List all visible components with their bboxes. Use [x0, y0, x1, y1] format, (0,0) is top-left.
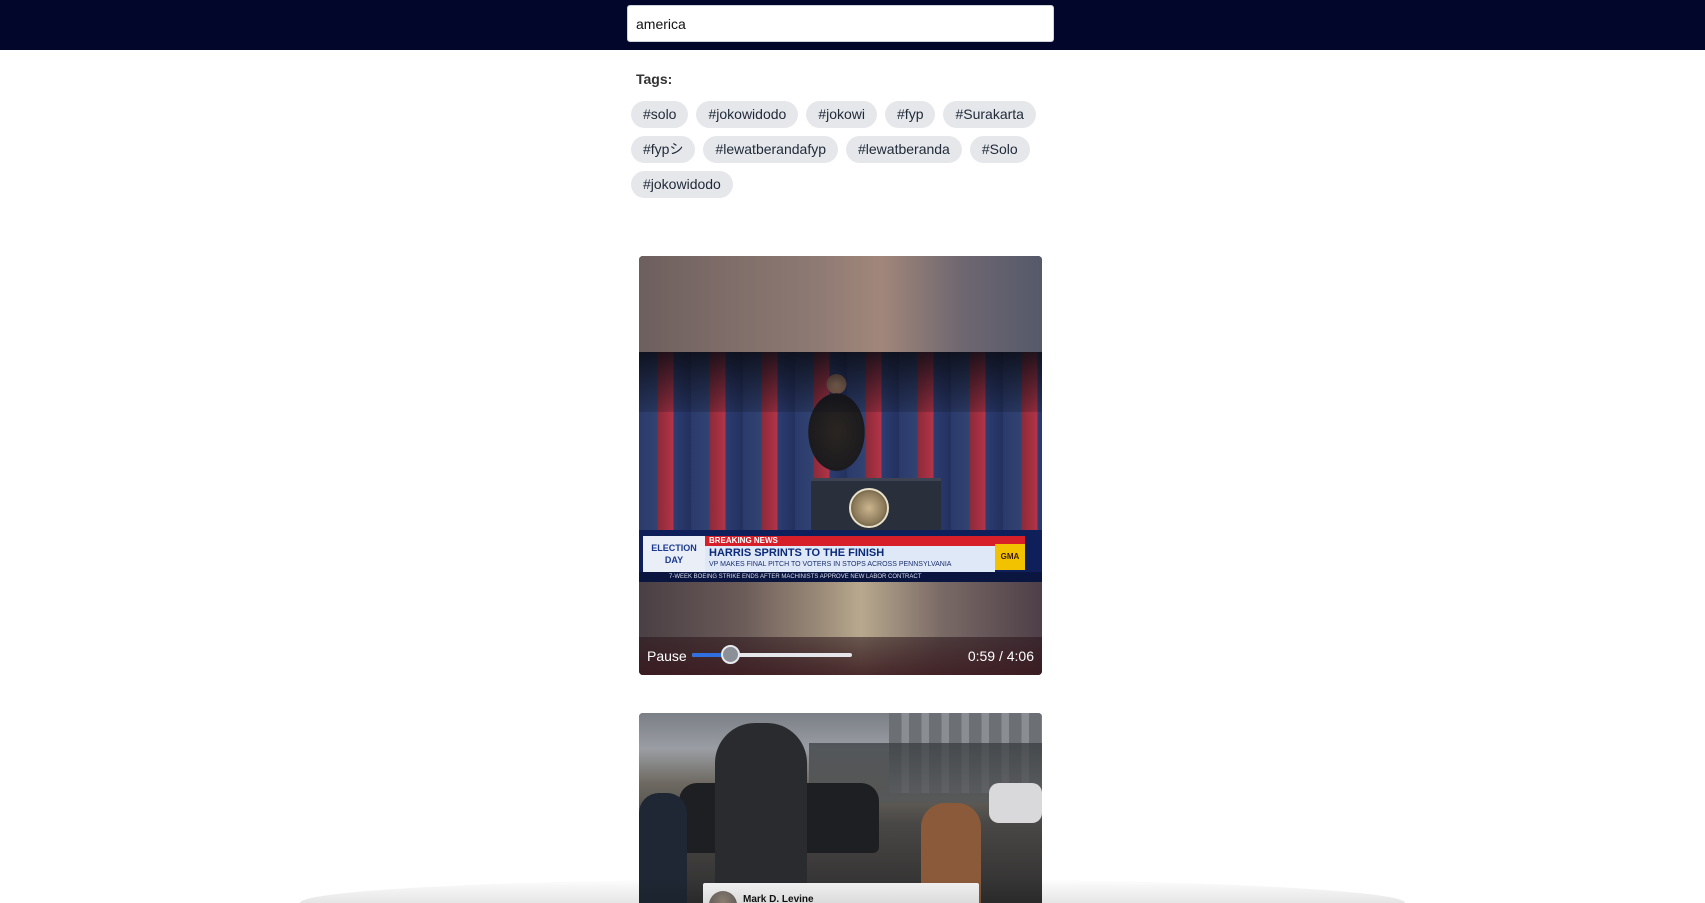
video-player[interactable]: Mark D. Levine	[639, 713, 1042, 903]
tag-chip[interactable]: #Solo	[969, 136, 1030, 163]
tag-chip[interactable]: #jokowidodo	[631, 171, 733, 198]
election-day-logo: ELECTION DAY	[643, 536, 705, 572]
tag-chip[interactable]: #Surakarta	[943, 101, 1036, 128]
tag-list: #solo #jokowidodo #jokowi #fyp #Surakart…	[631, 101, 1061, 198]
tag-chip[interactable]: #fyp	[885, 101, 936, 128]
breaking-news-banner: BREAKING NEWS	[705, 536, 1025, 546]
tags-label: Tags:	[636, 71, 673, 87]
video-blur-background	[639, 256, 1042, 352]
author-name: Mark D. Levine	[743, 894, 814, 903]
news-headline-box: HARRIS SPRINTS TO THE FINISH VP MAKES FI…	[705, 546, 995, 572]
news-headline: HARRIS SPRINTS TO THE FINISH	[709, 547, 885, 559]
progress-bar[interactable]	[692, 645, 852, 664]
news-ticker: 7-WEEK BOEING STRIKE ENDS AFTER MACHINIS…	[639, 572, 1042, 582]
avatar	[709, 891, 737, 903]
video-controls: Pause 0:59 / 4:06	[639, 637, 1042, 675]
search-input[interactable]	[627, 5, 1054, 42]
news-subheadline: VP MAKES FINAL PITCH TO VOTERS IN STOPS …	[709, 561, 952, 568]
tag-chip[interactable]: #jokowi	[806, 101, 878, 128]
tag-chip[interactable]: #solo	[631, 101, 689, 128]
gma-logo: GMA	[995, 544, 1025, 570]
progress-thumb[interactable]	[721, 645, 741, 664]
video-frame	[639, 352, 1042, 530]
seal-icon	[849, 488, 889, 528]
tag-chip[interactable]: #lewatberanda	[846, 136, 962, 163]
tag-chip[interactable]: #lewatberandafyp	[703, 136, 838, 163]
tag-chip[interactable]: #fypシ	[631, 136, 696, 163]
video-player[interactable]: ELECTION DAY BREAKING NEWS HARRIS SPRINT…	[639, 256, 1042, 675]
tag-chip[interactable]: #jokowidodo	[696, 101, 799, 128]
time-display: 0:59 / 4:06	[967, 648, 1034, 664]
pause-button[interactable]: Pause	[647, 648, 687, 664]
video-frame: Mark D. Levine	[639, 713, 1042, 903]
news-lower-third: ELECTION DAY BREAKING NEWS HARRIS SPRINT…	[639, 530, 1042, 582]
top-bar	[0, 0, 1705, 50]
social-post-card: Mark D. Levine	[703, 883, 979, 903]
